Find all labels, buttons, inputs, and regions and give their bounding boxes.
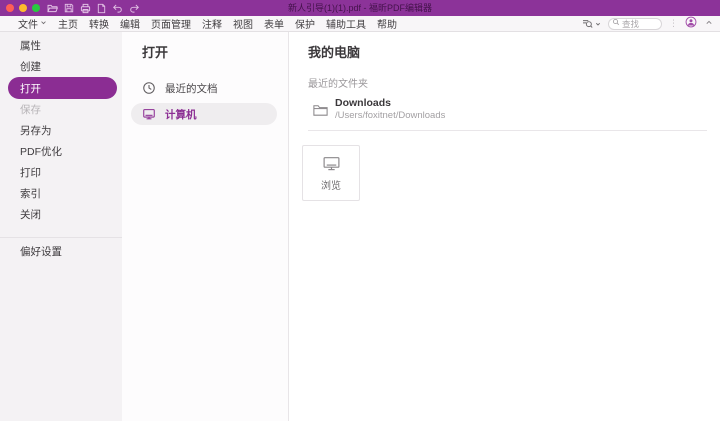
recent-folder-item[interactable]: Downloads /Users/foxitnet/Downloads bbox=[289, 97, 720, 122]
browse-button[interactable]: 浏览 bbox=[302, 145, 360, 201]
menu-file[interactable]: 文件 bbox=[18, 16, 47, 31]
find-replace-button[interactable] bbox=[581, 18, 601, 30]
save-icon[interactable] bbox=[64, 3, 74, 13]
open-panel-title: 打开 bbox=[142, 45, 288, 61]
computer-icon bbox=[142, 107, 156, 121]
menu-form[interactable]: 表单 bbox=[264, 16, 284, 31]
menu-view[interactable]: 视图 bbox=[233, 16, 253, 31]
sidebar-item-index[interactable]: 索引 bbox=[0, 183, 122, 204]
collapse-toolbar-button[interactable] bbox=[704, 18, 714, 30]
menu-protect[interactable]: 保护 bbox=[295, 16, 315, 31]
open-item-computer[interactable]: 计算机 bbox=[131, 103, 277, 125]
sidebar-divider bbox=[0, 237, 122, 238]
minimize-window-button[interactable] bbox=[19, 4, 27, 12]
menu-comment[interactable]: 注释 bbox=[202, 16, 222, 31]
redo-icon[interactable] bbox=[129, 3, 140, 13]
menu-items: 文件 主页 转换 编辑 页面管理 注释 视图 表单 保护 辅助工具 帮助 bbox=[18, 16, 397, 31]
zoom-window-button[interactable] bbox=[32, 4, 40, 12]
menu-home[interactable]: 主页 bbox=[58, 16, 78, 31]
traffic-lights bbox=[6, 4, 40, 12]
open-location-list: 最近的文档 计算机 bbox=[122, 77, 288, 125]
menu-file-label: 文件 bbox=[18, 16, 38, 31]
recent-folder-name: Downloads bbox=[335, 97, 445, 110]
search-icon bbox=[612, 18, 620, 29]
sidebar-item-print[interactable]: 打印 bbox=[0, 162, 122, 183]
sidebar-item-save-as[interactable]: 另存为 bbox=[0, 120, 122, 141]
chevron-down-icon bbox=[40, 18, 47, 29]
menubar-right-tools: ⋮ bbox=[581, 16, 714, 31]
close-window-button[interactable] bbox=[6, 4, 14, 12]
sidebar-item-create[interactable]: 创建 bbox=[0, 56, 122, 77]
print-icon[interactable] bbox=[80, 3, 91, 14]
section-divider bbox=[308, 130, 707, 131]
folder-icon bbox=[312, 102, 329, 118]
menu-convert[interactable]: 转换 bbox=[89, 16, 109, 31]
open-panel: 打开 最近的文档 计算机 bbox=[122, 32, 289, 421]
window-titlebar: 新人引导(1)(1).pdf - 福昕PDF编辑器 bbox=[0, 0, 720, 16]
undo-icon[interactable] bbox=[112, 3, 123, 13]
browse-label: 浏览 bbox=[321, 177, 341, 192]
quick-access-toolbar bbox=[47, 3, 140, 14]
menu-help[interactable]: 帮助 bbox=[377, 16, 397, 31]
open-item-label: 最近的文档 bbox=[165, 81, 218, 96]
monitor-icon bbox=[322, 155, 341, 172]
app-body: 属性 创建 打开 保存 另存为 PDF优化 打印 索引 关闭 偏好设置 打开 最… bbox=[0, 32, 720, 421]
menu-page-management[interactable]: 页面管理 bbox=[151, 16, 191, 31]
search-input[interactable] bbox=[622, 19, 658, 29]
menu-edit[interactable]: 编辑 bbox=[120, 16, 140, 31]
recent-folder-path: /Users/foxitnet/Downloads bbox=[335, 110, 445, 122]
computer-panel: 我的电脑 最近的文件夹 Downloads /Users/foxitnet/Do… bbox=[289, 32, 720, 421]
sidebar-item-preferences[interactable]: 偏好设置 bbox=[0, 241, 122, 262]
recent-folders-label: 最近的文件夹 bbox=[308, 75, 720, 90]
menu-bar: 文件 主页 转换 编辑 页面管理 注释 视图 表单 保护 辅助工具 帮助 bbox=[0, 16, 720, 32]
sidebar-item-open[interactable]: 打开 bbox=[8, 77, 117, 99]
chevron-down-icon bbox=[595, 21, 601, 27]
sidebar-item-properties[interactable]: 属性 bbox=[0, 35, 122, 56]
sidebar-item-pdf-optimize[interactable]: PDF优化 bbox=[0, 141, 122, 162]
open-item-recent-documents[interactable]: 最近的文档 bbox=[122, 77, 288, 99]
more-options-divider: ⋮ bbox=[669, 19, 678, 28]
open-folder-icon[interactable] bbox=[47, 3, 58, 14]
sidebar-item-close[interactable]: 关闭 bbox=[0, 204, 122, 225]
file-menu-sidebar: 属性 创建 打开 保存 另存为 PDF优化 打印 索引 关闭 偏好设置 bbox=[0, 32, 122, 421]
search-box[interactable] bbox=[608, 18, 662, 30]
clock-icon bbox=[142, 81, 156, 95]
account-avatar[interactable] bbox=[685, 16, 697, 31]
menu-accessibility-tools[interactable]: 辅助工具 bbox=[326, 16, 366, 31]
new-document-icon[interactable] bbox=[97, 3, 106, 14]
sidebar-item-save: 保存 bbox=[0, 99, 122, 120]
open-item-label: 计算机 bbox=[165, 107, 197, 122]
computer-panel-title: 我的电脑 bbox=[308, 45, 720, 61]
